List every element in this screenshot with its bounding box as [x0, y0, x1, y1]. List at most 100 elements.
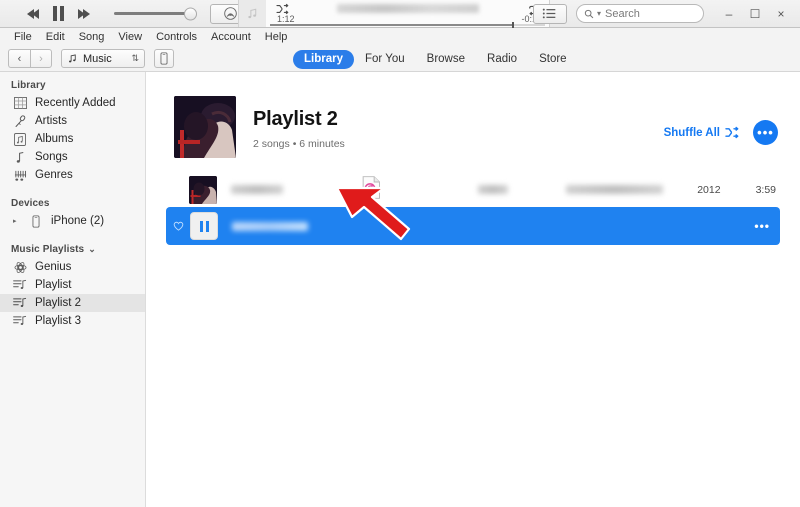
tab-browse[interactable]: Browse: [416, 50, 476, 69]
track-album-cell: [565, 185, 697, 194]
sidebar-item-iphone[interactable]: ▸ iPhone (2): [0, 212, 145, 230]
album-icon: [13, 132, 27, 146]
sidebar-label: Genius: [35, 261, 72, 273]
sidebar-label: Playlist 3: [35, 315, 82, 327]
sidebar: Library Recently Added Artists Albums So…: [0, 72, 146, 507]
track-title-cell: [217, 185, 361, 194]
elapsed-time: 1:12: [277, 14, 295, 24]
back-button[interactable]: ‹: [8, 49, 30, 68]
menu-view[interactable]: View: [111, 28, 149, 46]
menu-account[interactable]: Account: [204, 28, 258, 46]
search-scope-chevron-icon[interactable]: ▾: [597, 9, 601, 18]
search-icon: [584, 9, 594, 18]
sidebar-label: Recently Added: [35, 97, 116, 109]
fast-forward-icon[interactable]: [78, 8, 90, 19]
sidebar-heading-library: Library: [11, 80, 46, 91]
search-input[interactable]: ▾ Search: [576, 4, 704, 23]
sidebar-heading-music-playlists[interactable]: Music Playlists ⌄: [0, 240, 145, 258]
sidebar-heading-devices: Devices: [11, 198, 50, 209]
track-year-cell: 2012: [697, 184, 755, 196]
library-tabs: Library For You Browse Radio Store: [293, 46, 578, 72]
playback-progress-bar[interactable]: [270, 22, 545, 28]
chevron-updown-icon[interactable]: ⇅: [131, 53, 139, 64]
track-list: 2012 3:59 •••: [166, 172, 780, 245]
forward-button[interactable]: ›: [30, 49, 52, 68]
tab-library[interactable]: Library: [293, 49, 354, 69]
close-button[interactable]: ×: [768, 0, 794, 27]
volume-knob[interactable]: [184, 7, 197, 20]
genres-icon: [13, 168, 27, 182]
pause-icon[interactable]: [53, 6, 64, 21]
track-title-cell: [218, 221, 366, 231]
device-button[interactable]: [154, 49, 174, 68]
sidebar-item-recently-added[interactable]: Recently Added: [0, 94, 145, 112]
playlist-icon: [13, 278, 27, 292]
playlist-more-label: •••: [757, 125, 774, 140]
track-year: 2012: [697, 183, 721, 196]
chevron-down-icon[interactable]: ⌄: [88, 244, 96, 255]
menu-help[interactable]: Help: [258, 28, 295, 46]
track-album: [565, 185, 663, 194]
minimize-button[interactable]: –: [716, 0, 742, 27]
rewind-icon[interactable]: [27, 8, 39, 19]
iphone-icon: [29, 214, 43, 228]
menu-song[interactable]: Song: [72, 28, 112, 46]
sidebar-heading-label: Music Playlists: [11, 244, 85, 255]
sidebar-label: Songs: [35, 151, 68, 163]
sidebar-label: Playlist: [35, 279, 72, 291]
shuffle-all-label: Shuffle All: [663, 126, 720, 139]
window-controls: – ☐ ×: [716, 0, 794, 27]
music-note-icon: [68, 54, 76, 63]
track-artist-cell: [478, 185, 566, 194]
genius-icon: [13, 260, 27, 274]
menu-controls[interactable]: Controls: [149, 28, 204, 46]
disclosure-triangle-icon[interactable]: ▸: [13, 217, 21, 225]
table-row[interactable]: •••: [166, 207, 780, 245]
sidebar-label: Playlist 2: [35, 297, 82, 309]
media-kind-label: Music: [83, 52, 112, 65]
shuffle-all-button[interactable]: Shuffle All: [664, 126, 740, 139]
sidebar-item-songs[interactable]: Songs: [0, 148, 145, 166]
sidebar-item-genres[interactable]: Genres: [0, 166, 145, 184]
sidebar-item-playlist[interactable]: Playlist: [0, 276, 145, 294]
menu-file[interactable]: File: [7, 28, 39, 46]
track-more-label: •••: [754, 219, 770, 233]
itunes-file-icon[interactable]: [362, 175, 381, 204]
sidebar-label: iPhone (2): [51, 215, 105, 227]
tab-radio[interactable]: Radio: [476, 50, 528, 69]
track-duration: 3:59: [755, 183, 776, 196]
sidebar-item-playlist-2[interactable]: Playlist 2: [0, 294, 145, 312]
now-playing-artwork: [239, 0, 266, 27]
track-more-button[interactable]: •••: [754, 219, 780, 233]
table-row[interactable]: 2012 3:59: [166, 172, 780, 207]
toolbar-right-controls: ▾ Search – ☐ ×: [533, 0, 800, 27]
playlist-icon: [13, 314, 27, 328]
sidebar-item-playlist-3[interactable]: Playlist 3: [0, 312, 145, 330]
sidebar-item-genius[interactable]: Genius: [0, 258, 145, 276]
playlist-actions: Shuffle All •••: [664, 120, 778, 145]
playlist-header: Playlist 2 2 songs • 6 minutes: [174, 96, 345, 158]
playlist-subtitle: 2 songs • 6 minutes: [253, 138, 345, 150]
sidebar-label: Albums: [35, 133, 74, 145]
player-toolbar: 1:12 -0:10 ▾ Search – ☐ ×: [0, 0, 800, 28]
maximize-button[interactable]: ☐: [742, 0, 768, 27]
playlist-detail-view: Playlist 2 2 songs • 6 minutes Shuffle A…: [146, 72, 800, 507]
up-next-icon[interactable]: [533, 3, 567, 24]
sidebar-item-artists[interactable]: Artists: [0, 112, 145, 130]
love-icon[interactable]: [166, 221, 190, 231]
sidebar-label: Genres: [35, 169, 73, 181]
playlist-more-button[interactable]: •••: [753, 120, 778, 145]
music-note-icon: [13, 150, 27, 164]
sidebar-label: Artists: [35, 115, 67, 127]
tab-store[interactable]: Store: [528, 50, 578, 69]
menu-edit[interactable]: Edit: [39, 28, 72, 46]
playlist-icon: [13, 296, 27, 310]
now-playing-display[interactable]: 1:12 -0:10: [238, 0, 550, 28]
tab-for-you[interactable]: For You: [354, 50, 416, 69]
sidebar-item-albums[interactable]: Albums: [0, 130, 145, 148]
track-duration-cell: 3:59: [756, 184, 780, 196]
volume-slider[interactable]: [114, 7, 197, 20]
pause-button[interactable]: [190, 212, 218, 240]
search-placeholder: Search: [605, 7, 640, 20]
media-kind-selector[interactable]: Music ⇅: [61, 49, 145, 68]
